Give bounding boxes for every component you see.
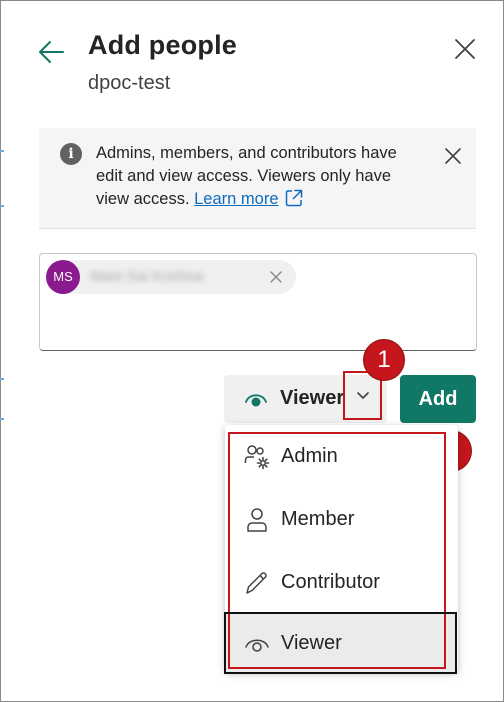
pencil-icon [246,572,267,594]
role-label: Viewer [280,387,345,409]
menu-item-label: Admin [281,445,338,467]
dismiss-info-button[interactable] [442,145,464,167]
menu-item-admin[interactable]: Admin [225,427,455,485]
avatar: MS [46,260,80,294]
back-button[interactable] [36,37,66,67]
selected-person-chip[interactable]: MS Mani Sai Krishna [46,260,296,294]
person-name: Mani Sai Krishna [90,268,204,285]
info-icon: i [60,143,82,165]
callout-badge-1: 1 [364,340,404,380]
person-icon [247,508,267,532]
people-picker-input[interactable]: MS Mani Sai Krishna [39,253,477,351]
info-message: Admins, members, and contributors have e… [96,142,426,211]
page-title: Add people [88,30,237,60]
menu-item-member[interactable]: Member [225,490,455,548]
menu-item-label: Contributor [281,571,380,593]
close-button[interactable] [452,36,478,62]
eye-icon [245,639,269,652]
info-message-bar: i Admins, members, and contributors have… [39,128,476,229]
eye-icon [245,394,267,407]
background-window-edge [0,0,4,700]
close-icon [455,39,475,59]
open-external-icon[interactable] [285,189,303,207]
menu-item-contributor[interactable]: Contributor [225,553,455,611]
remove-person-button[interactable] [268,269,284,285]
role-menu: Admin Member Contributor Viewer [225,425,458,672]
people-settings-icon [244,445,270,470]
menu-item-label: Viewer [281,632,342,654]
learn-more-link[interactable]: Learn more [194,190,278,208]
add-button[interactable]: Add [400,375,476,423]
close-icon [445,148,461,164]
arrow-left-icon [39,41,64,63]
chevron-down-icon [357,392,369,399]
menu-item-label: Member [281,508,355,530]
menu-item-viewer[interactable]: Viewer [225,614,455,672]
close-icon [270,271,282,283]
workspace-name: dpoc-test [88,72,171,94]
